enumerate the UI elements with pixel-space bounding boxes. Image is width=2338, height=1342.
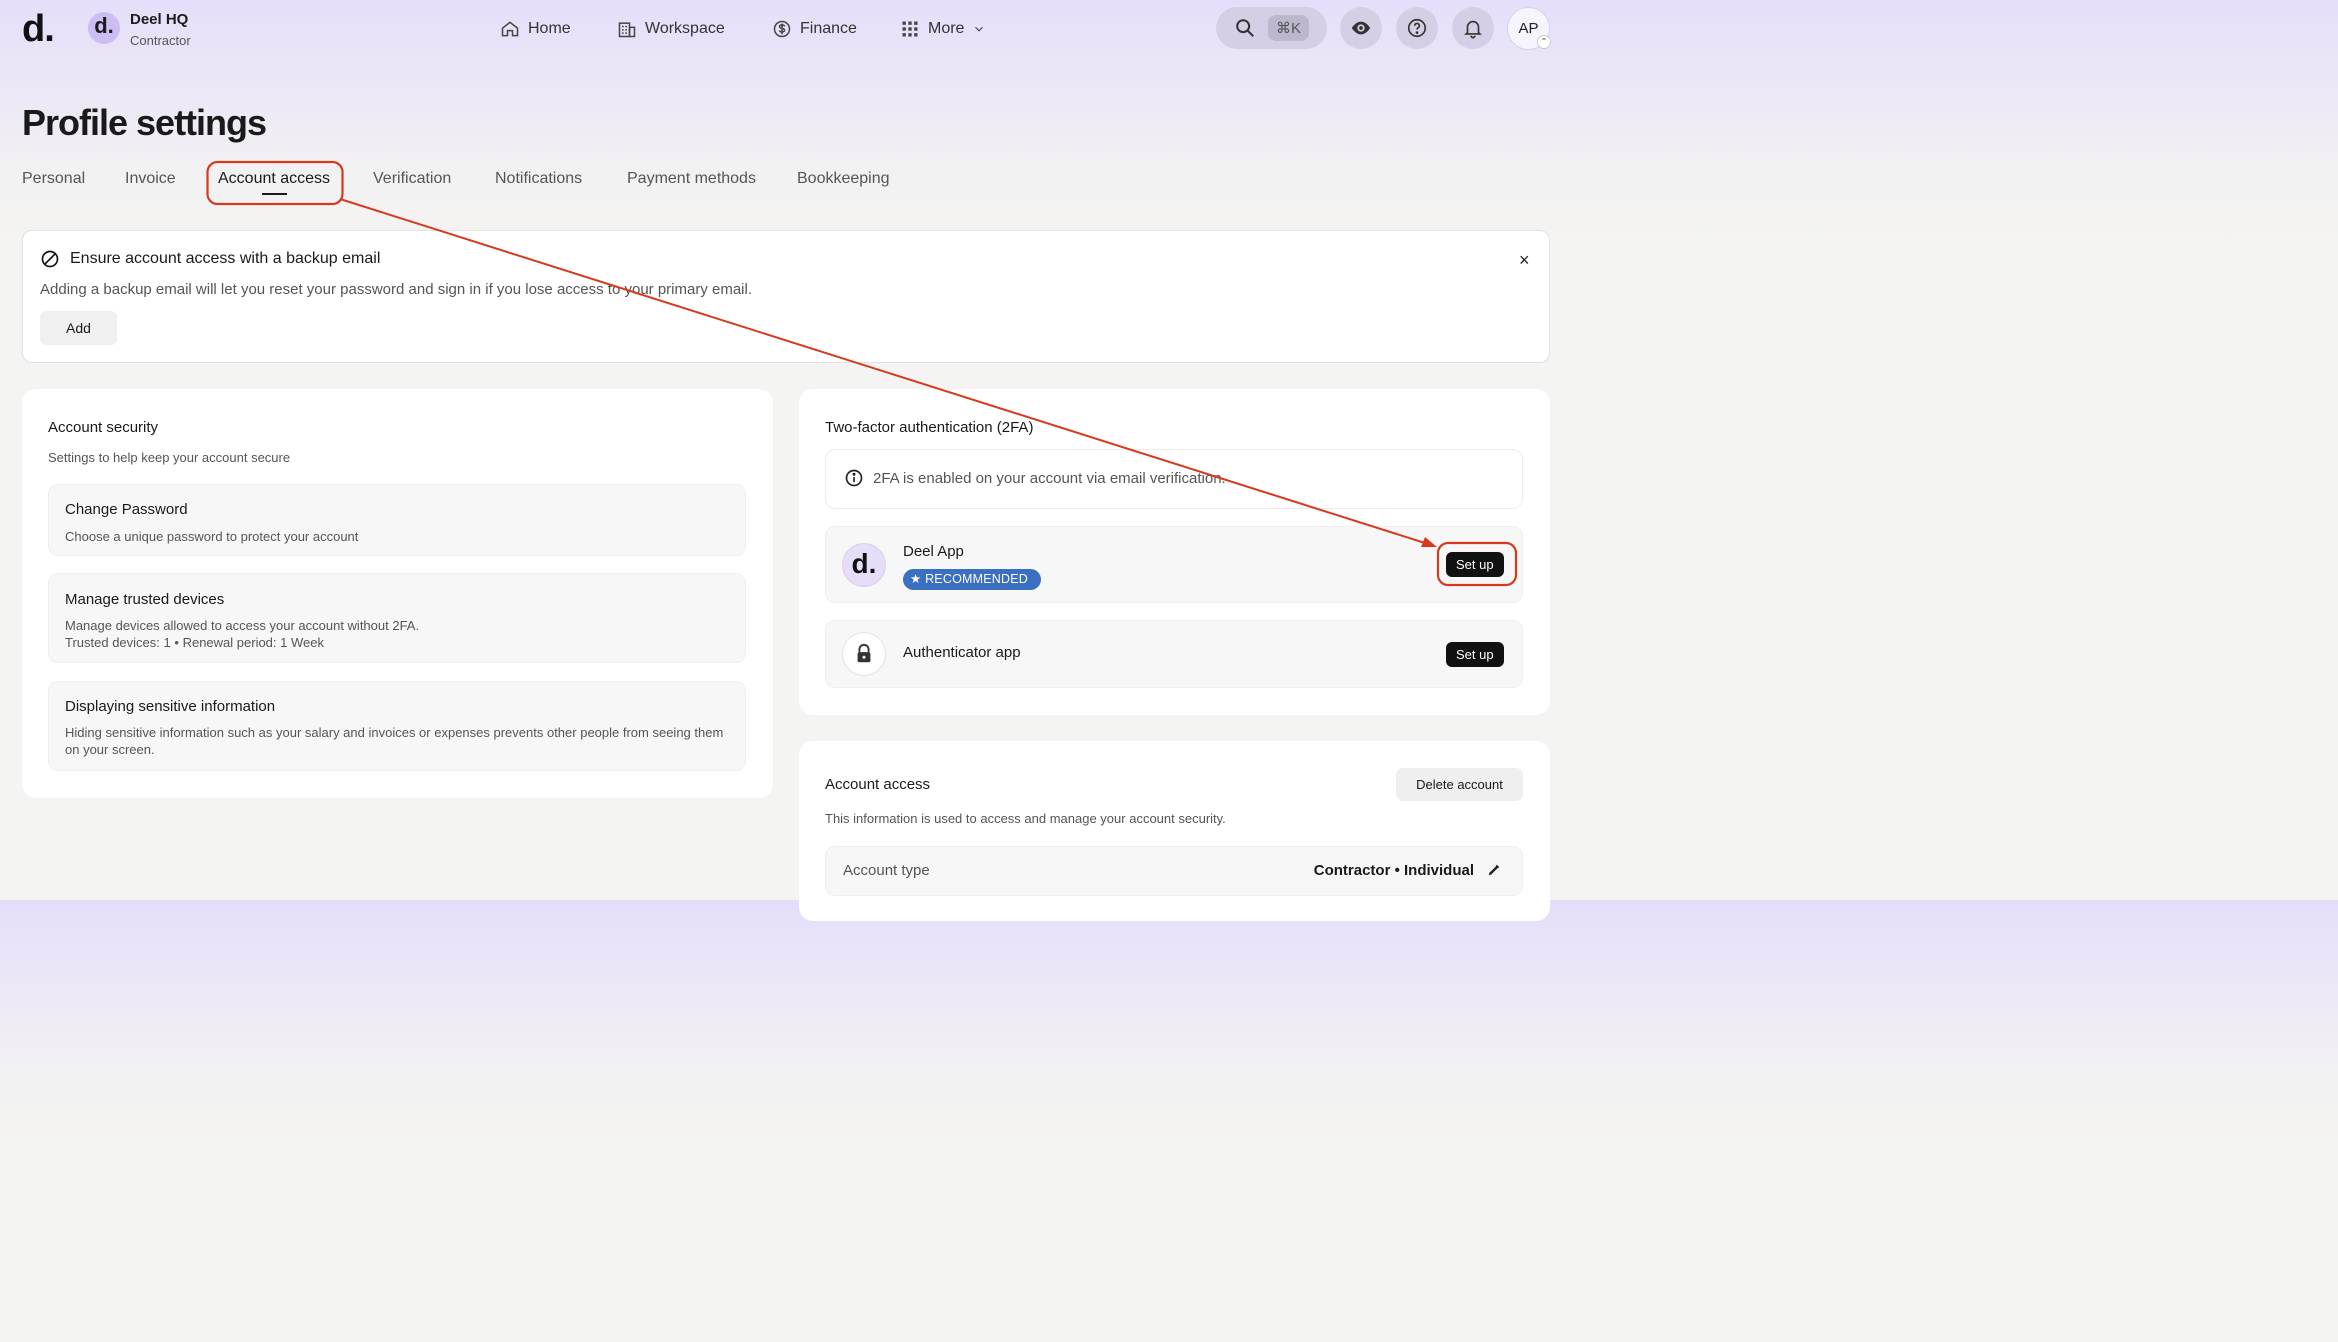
help-button[interactable] (1396, 7, 1438, 49)
top-navigation-bar: d. d. Deel HQ Contractor Home Workspace … (0, 0, 1568, 60)
renewal-period-value: 1 Week (280, 635, 324, 650)
tab-personal[interactable]: Personal (22, 170, 85, 188)
active-tab-indicator (262, 193, 287, 195)
help-icon (1406, 17, 1428, 39)
banner-description: Adding a backup email will let you reset… (40, 281, 752, 298)
nav-more[interactable]: More (900, 18, 986, 40)
two-factor-title: Two-factor authentication (2FA) (825, 419, 1033, 436)
info-icon (844, 468, 864, 488)
authenticator-app-setup-button[interactable]: Set up (1446, 642, 1504, 667)
bell-icon (1462, 17, 1484, 39)
lock-icon (853, 643, 875, 665)
trusted-devices-title: Manage trusted devices (65, 591, 224, 608)
notifications-button[interactable] (1452, 7, 1494, 49)
tab-bookkeeping[interactable]: Bookkeeping (797, 170, 890, 188)
search-shortcut: ⌘K (1268, 15, 1309, 41)
close-icon[interactable]: × (1519, 250, 1530, 271)
nav-home-label: Home (528, 20, 571, 38)
org-role: Contractor (130, 33, 191, 48)
authenticator-app-icon (842, 632, 886, 676)
trusted-devices-stats: Trusted devices: 1 • Renewal period: 1 W… (65, 634, 324, 651)
add-backup-email-button[interactable]: Add (40, 311, 117, 345)
deel-logo[interactable]: d. (22, 8, 54, 51)
account-type-value: Contractor • Individual (1314, 862, 1474, 879)
nav-finance[interactable]: Finance (772, 18, 857, 40)
eye-icon (1350, 17, 1372, 39)
delete-account-button[interactable]: Delete account (1396, 768, 1523, 801)
change-password-title: Change Password (65, 501, 188, 518)
deel-app-setup-button[interactable]: Set up (1446, 552, 1504, 577)
privacy-toggle-button[interactable] (1340, 7, 1382, 49)
home-icon (500, 19, 520, 39)
trusted-devices-label: Trusted devices: (65, 635, 160, 650)
recommended-badge: ★ RECOMMENDED (903, 569, 1041, 590)
page-title: Profile settings (22, 102, 266, 144)
tab-verification[interactable]: Verification (373, 170, 451, 188)
nav-home[interactable]: Home (500, 18, 571, 40)
tab-notifications[interactable]: Notifications (495, 170, 582, 188)
change-password-desc: Choose a unique password to protect your… (65, 528, 358, 545)
dollar-circle-icon (772, 19, 792, 39)
org-avatar[interactable]: d. (88, 12, 120, 44)
edit-pencil-icon[interactable] (1487, 863, 1501, 877)
user-initials: AP (1518, 20, 1538, 37)
separator-dot: • (174, 635, 179, 650)
trusted-devices-count: 1 (164, 635, 171, 650)
search-icon (1234, 17, 1256, 39)
account-security-title: Account security (48, 419, 158, 436)
nav-workspace-label: Workspace (645, 20, 725, 38)
account-security-subtitle: Settings to help keep your account secur… (48, 450, 290, 465)
deel-app-method (825, 526, 1523, 603)
block-icon (40, 249, 60, 269)
chevron-down-icon (972, 22, 986, 36)
chevron-up-icon: ⌃ (1537, 35, 1551, 49)
nav-more-label: More (928, 20, 964, 38)
tab-account-access[interactable]: Account access (218, 170, 330, 188)
banner-title: Ensure account access with a backup emai… (70, 250, 380, 268)
account-access-subtitle: This information is used to access and m… (825, 811, 1226, 826)
deel-app-name: Deel App (903, 543, 964, 560)
trusted-devices-desc: Manage devices allowed to access your ac… (65, 617, 419, 634)
change-password-item[interactable] (48, 484, 746, 556)
search-button[interactable]: ⌘K (1216, 7, 1327, 49)
tab-payment-methods[interactable]: Payment methods (627, 170, 756, 188)
nav-workspace[interactable]: Workspace (617, 18, 725, 40)
account-access-title: Account access (825, 776, 930, 793)
renewal-period-label: Renewal period: (183, 635, 277, 650)
nav-finance-label: Finance (800, 20, 857, 38)
building-icon (617, 19, 637, 39)
org-name[interactable]: Deel HQ (130, 11, 188, 28)
user-avatar[interactable]: AP ⌃ (1507, 7, 1550, 50)
deel-app-icon: d. (842, 543, 886, 587)
sensitive-info-title: Displaying sensitive information (65, 698, 275, 715)
sensitive-info-desc: Hiding sensitive information such as you… (65, 724, 730, 758)
grid-icon (900, 19, 920, 39)
account-type-label: Account type (843, 862, 930, 879)
two-factor-info-text: 2FA is enabled on your account via email… (873, 470, 1226, 487)
tab-invoice[interactable]: Invoice (125, 170, 176, 188)
authenticator-app-name: Authenticator app (903, 644, 1021, 661)
